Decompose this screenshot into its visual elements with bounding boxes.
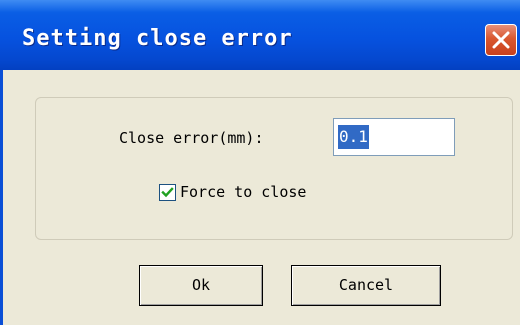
close-icon [492, 31, 510, 49]
checkmark-icon [161, 187, 174, 198]
cancel-button[interactable]: Cancel [291, 265, 441, 306]
title-bar[interactable]: Setting close error [0, 0, 520, 70]
close-error-input[interactable]: 0.1 [333, 118, 455, 156]
force-close-checkbox[interactable] [159, 184, 176, 201]
dialog-window: Setting close error Close error(mm): 0.1… [0, 0, 520, 325]
force-close-label[interactable]: Force to close [180, 183, 306, 201]
close-button[interactable] [485, 24, 517, 56]
close-error-label: Close error(mm): [119, 129, 264, 147]
ok-button[interactable]: Ok [139, 265, 263, 306]
dialog-body: Close error(mm): 0.1 Force to close Ok C… [3, 70, 520, 325]
close-error-value[interactable]: 0.1 [338, 125, 369, 149]
window-title: Setting close error [22, 26, 293, 51]
